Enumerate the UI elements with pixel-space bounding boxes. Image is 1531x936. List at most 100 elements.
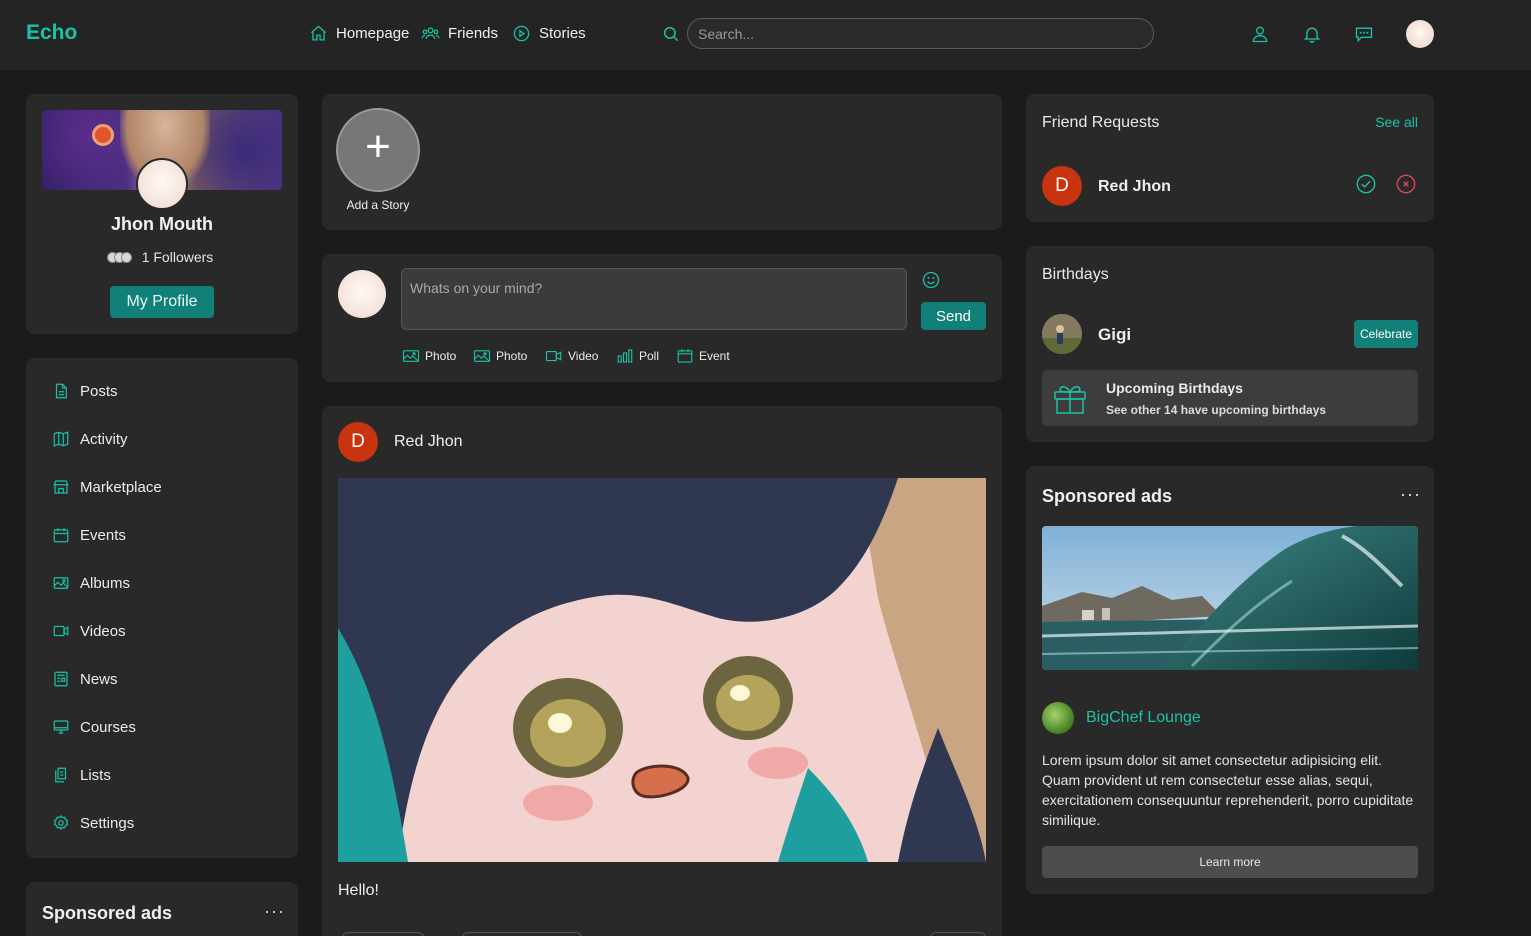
image-icon bbox=[473, 350, 491, 362]
attach-video-button[interactable]: Video bbox=[545, 348, 598, 364]
sidebar-item-events[interactable]: Events bbox=[52, 526, 126, 544]
more-options-icon[interactable]: ··· bbox=[1400, 484, 1421, 505]
nav-friends-label: Friends bbox=[448, 25, 499, 42]
sidebar-item-label: Courses bbox=[80, 718, 136, 736]
followers-row[interactable]: 1 Followers bbox=[26, 249, 298, 265]
upcoming-birthdays-subtitle: See other 14 have upcoming birthdays bbox=[1106, 403, 1327, 417]
accept-request-icon[interactable] bbox=[1355, 173, 1377, 195]
sidebar-item-posts[interactable]: Posts bbox=[52, 382, 118, 400]
gift-icon bbox=[1054, 386, 1086, 414]
birthday-name[interactable]: Gigi bbox=[1098, 325, 1131, 345]
post-image[interactable] bbox=[338, 478, 986, 862]
sidebar-item-videos[interactable]: Videos bbox=[52, 622, 126, 640]
search-input[interactable] bbox=[687, 18, 1154, 49]
sponsored-ads-title: Sponsored ads bbox=[1042, 486, 1173, 506]
composer-avatar bbox=[338, 270, 386, 318]
video-icon bbox=[53, 625, 69, 637]
friend-request-avatar[interactable]: D bbox=[1042, 166, 1082, 206]
sidebar-item-label: Videos bbox=[80, 622, 126, 640]
calendar-icon bbox=[677, 349, 693, 363]
profile-avatar[interactable] bbox=[136, 158, 188, 210]
search-icon[interactable] bbox=[662, 25, 680, 48]
sidebar-item-marketplace[interactable]: Marketplace bbox=[52, 478, 162, 496]
post-action-button[interactable] bbox=[462, 932, 582, 936]
nav-stories[interactable]: Stories bbox=[512, 24, 586, 43]
app-logo[interactable]: Echo bbox=[26, 21, 77, 45]
my-profile-button[interactable]: My Profile bbox=[110, 286, 214, 318]
post-author-name[interactable]: Red Jhon bbox=[394, 433, 463, 451]
attach-poll-button[interactable]: Poll bbox=[616, 348, 659, 364]
sidebar-item-activity[interactable]: Activity bbox=[52, 430, 128, 448]
video-icon bbox=[545, 350, 562, 362]
user-avatar[interactable] bbox=[1406, 20, 1434, 48]
store-icon bbox=[53, 480, 69, 494]
send-button[interactable]: Send bbox=[921, 302, 986, 330]
attach-photo-button[interactable]: Photo bbox=[402, 348, 456, 364]
sidebar-item-label: Activity bbox=[80, 430, 128, 448]
nav-homepage-label: Homepage bbox=[336, 25, 410, 42]
add-story-button[interactable]: + bbox=[336, 108, 420, 192]
gear-icon bbox=[53, 814, 69, 830]
newspaper-icon bbox=[54, 671, 68, 687]
birthdays-card: Birthdays Gigi Celebrate Upcoming Birthd… bbox=[1026, 246, 1434, 442]
attach-event-button[interactable]: Event bbox=[676, 348, 730, 364]
post-input[interactable] bbox=[401, 268, 907, 330]
birthday-avatar[interactable] bbox=[1042, 314, 1082, 354]
friend-requests-title: Friend Requests bbox=[1042, 114, 1160, 131]
nav-stories-label: Stories bbox=[539, 25, 586, 42]
play-circle-icon bbox=[513, 25, 530, 42]
ad-description: Lorem ipsum dolor sit amet consectetur a… bbox=[1042, 752, 1414, 828]
image-icon bbox=[402, 350, 420, 362]
attach-label: Photo bbox=[425, 349, 457, 363]
list-icon bbox=[55, 767, 67, 783]
profile-name: Jhon Mouth bbox=[111, 214, 213, 234]
post-action-button[interactable] bbox=[342, 932, 424, 936]
users-icon bbox=[421, 27, 440, 40]
sidebar-item-label: Marketplace bbox=[80, 478, 162, 496]
sidebar-item-lists[interactable]: Lists bbox=[52, 766, 111, 784]
reject-request-icon[interactable] bbox=[1395, 173, 1417, 195]
add-story-label: Add a Story bbox=[346, 198, 410, 212]
ad-image[interactable] bbox=[1042, 526, 1418, 670]
friend-requests-card: Friend Requests See all D Red Jhon bbox=[1026, 94, 1434, 222]
bell-icon[interactable] bbox=[1302, 24, 1322, 49]
top-navbar: Echo Homepage Friends Stories bbox=[0, 0, 1531, 70]
sidebar-item-label: Events bbox=[80, 526, 126, 544]
post-author-avatar[interactable]: D bbox=[338, 422, 378, 462]
post-card: D Red Jhon Hello! bbox=[322, 406, 1002, 936]
anime-illustration bbox=[338, 478, 986, 862]
post-composer: Send Photo Photo Video Poll Event bbox=[322, 254, 1002, 382]
sidebar-item-news[interactable]: News bbox=[52, 670, 118, 688]
document-icon bbox=[55, 383, 67, 399]
sidebar-item-albums[interactable]: Albums bbox=[52, 574, 130, 592]
sidebar-item-label: Posts bbox=[80, 382, 118, 400]
right-sponsored-ads: Sponsored ads ··· BigChef Lounge Lorem i… bbox=[1026, 466, 1434, 894]
sidebar-item-settings[interactable]: Settings bbox=[52, 814, 134, 832]
nav-homepage[interactable]: Homepage bbox=[309, 24, 409, 43]
learn-more-button[interactable]: Learn more bbox=[1042, 846, 1418, 878]
nav-friends[interactable]: Friends bbox=[421, 24, 498, 43]
upcoming-birthdays[interactable]: Upcoming Birthdays See other 14 have upc… bbox=[1042, 370, 1418, 426]
friend-request-name[interactable]: Red Jhon bbox=[1098, 178, 1171, 196]
post-action-button[interactable] bbox=[930, 932, 986, 936]
ad-brand-logo[interactable] bbox=[1042, 702, 1074, 734]
user-icon[interactable] bbox=[1250, 24, 1270, 49]
post-text: Hello! bbox=[338, 882, 379, 899]
attach-photo-button-2[interactable]: Photo bbox=[473, 348, 527, 364]
emoji-icon[interactable] bbox=[921, 270, 941, 295]
celebrate-button[interactable]: Celebrate bbox=[1354, 320, 1418, 348]
chat-icon[interactable] bbox=[1354, 24, 1374, 49]
see-all-link[interactable]: See all bbox=[1375, 114, 1418, 130]
followers-count: 1 Followers bbox=[141, 249, 214, 265]
birthdays-title: Birthdays bbox=[1042, 266, 1109, 283]
poll-icon bbox=[617, 349, 633, 363]
more-options-icon[interactable]: ··· bbox=[264, 901, 285, 922]
monitor-icon bbox=[53, 720, 69, 734]
ad-brand-name[interactable]: BigChef Lounge bbox=[1086, 709, 1201, 727]
sidebar-item-courses[interactable]: Courses bbox=[52, 718, 136, 736]
plus-icon: + bbox=[365, 122, 391, 171]
attach-label: Poll bbox=[639, 349, 660, 363]
sponsored-ads-title: Sponsored ads bbox=[42, 903, 173, 923]
home-icon bbox=[310, 25, 327, 41]
follower-avatars bbox=[106, 251, 132, 263]
